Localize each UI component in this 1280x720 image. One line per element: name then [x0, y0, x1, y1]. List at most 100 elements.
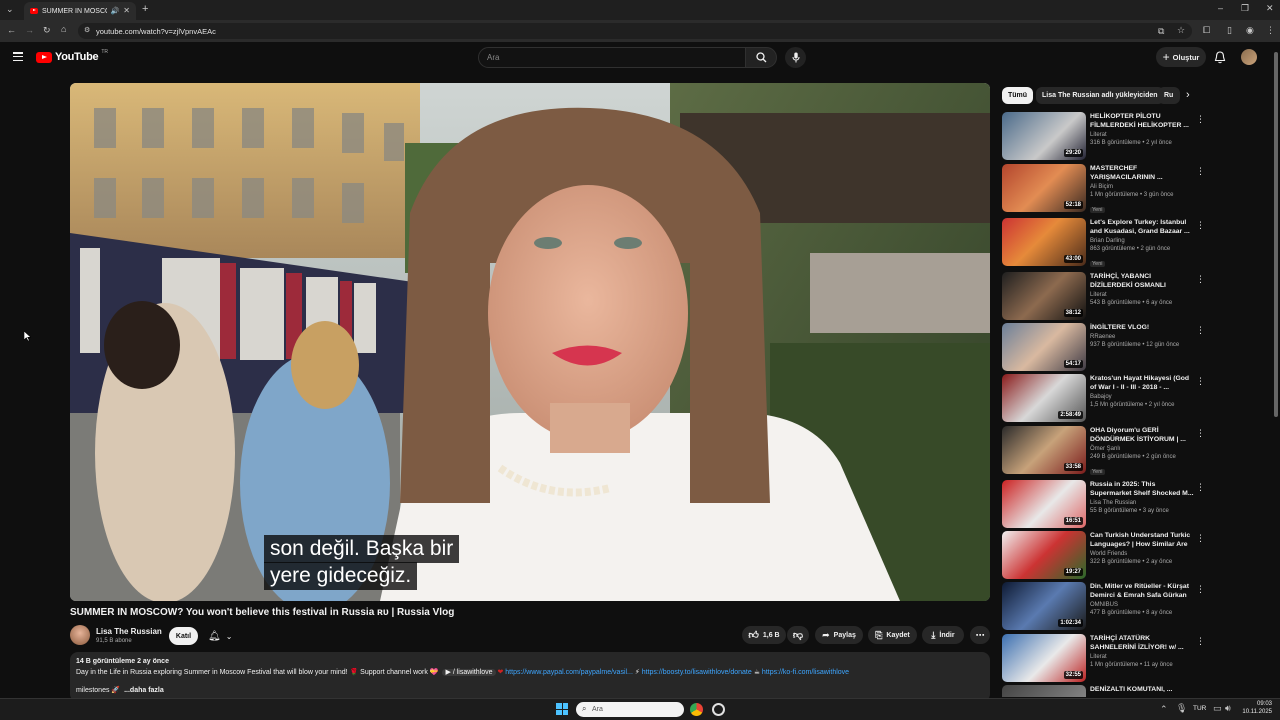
address-bar[interactable]: ⚙ youtube.com/watch?v=zjlVpnvAEAc ⧉ ☆	[78, 23, 1192, 39]
app-taskbar-icon[interactable]	[712, 703, 725, 716]
forward-icon[interactable]: →	[25, 26, 34, 35]
boosty-link[interactable]: https://boosty.to/lisawithlove/donate	[642, 669, 752, 676]
video-thumbnail[interactable]: 54:17	[1002, 323, 1086, 371]
kofi-link[interactable]: https://ko-fi.com/lisawithlove	[762, 669, 849, 676]
video-thumbnail[interactable]: 43:00	[1002, 218, 1086, 266]
kebab-menu-icon[interactable]: ⋮	[1196, 166, 1205, 177]
rec-title[interactable]: Kratos'un Hayat Hikayesi (God of War I -…	[1090, 374, 1194, 392]
save-button[interactable]: ⎘ Kaydet	[868, 626, 917, 644]
video-thumbnail[interactable]: 52:18	[1002, 164, 1086, 212]
rec-title[interactable]: Russia in 2025: This Supermarket Shelf S…	[1090, 480, 1194, 498]
close-tab-icon[interactable]: ✕	[123, 7, 130, 15]
paypal-link[interactable]: https://www.paypal.com/paypalme/vasil...	[505, 669, 633, 676]
rec-title[interactable]: Can Turkish Understand Turkic Languages?…	[1090, 531, 1194, 549]
rec-channel[interactable]: Ömer Şanlı	[1090, 446, 1194, 452]
recommendation-item[interactable]: 16:51 Russia in 2025: This Supermarket S…	[1002, 480, 1208, 528]
recommendation-item[interactable]: 32:55 TARİHÇİ ATATÜRK SAHNELERİNİ İZLİYO…	[1002, 634, 1208, 682]
video-thumbnail[interactable]: 33:58	[1002, 426, 1086, 474]
tab-list-icon[interactable]: ⌄	[6, 5, 14, 14]
kebab-menu-icon[interactable]: ⋮	[1196, 636, 1205, 647]
rec-channel[interactable]: Lisa The Russian	[1090, 500, 1194, 506]
hamburger-menu-icon[interactable]	[13, 52, 23, 62]
bookmark-star-icon[interactable]: ☆	[1177, 26, 1185, 35]
reload-icon[interactable]: ↻	[43, 26, 51, 35]
video-thumbnail[interactable]: 1:02:34	[1002, 582, 1086, 630]
language-indicator[interactable]: TUR	[1193, 705, 1206, 712]
more-actions-button[interactable]: ⋯	[970, 626, 990, 644]
clock-date[interactable]: 10.11.2025	[1236, 709, 1272, 715]
recommendation-item[interactable]: 38:12 TARİHÇİ, YABANCI DİZİLERDEKİ OSMAN…	[1002, 272, 1208, 320]
join-button[interactable]: Katıl	[169, 627, 198, 645]
rec-title[interactable]: İNGİLTERE VLOG!	[1090, 323, 1194, 332]
download-button[interactable]: ⤓ İndir	[922, 626, 964, 644]
kebab-menu-icon[interactable]: ⋮	[1196, 584, 1205, 595]
kebab-menu-icon[interactable]: ⋮	[1196, 114, 1205, 125]
chevron-right-icon[interactable]: ›	[1186, 89, 1190, 101]
youtube-logo[interactable]: YouTube TR	[36, 49, 108, 63]
show-more-link[interactable]: ...daha fazla	[124, 687, 164, 694]
create-button[interactable]: + Oluştur	[1156, 47, 1206, 67]
user-avatar[interactable]	[1241, 49, 1257, 65]
video-thumbnail[interactable]: 38:12	[1002, 272, 1086, 320]
channel-avatar[interactable]	[70, 625, 90, 645]
extensions-icon[interactable]: ⧠	[1203, 26, 1210, 35]
recommendation-item[interactable]: 43:00 Let's Explore Turkey: Istanbul and…	[1002, 218, 1208, 267]
kebab-menu-icon[interactable]: ⋮	[1196, 325, 1205, 336]
rec-channel[interactable]: RRaenee	[1090, 334, 1194, 340]
new-tab-icon[interactable]: +	[142, 4, 148, 15]
recommendation-item[interactable]: 2:58:49 Kratos'un Hayat Hikayesi (God of…	[1002, 374, 1208, 422]
recommendation-item[interactable]: 1:02:34 Din, Mitler ve Ritüeller - Kürşa…	[1002, 582, 1208, 630]
windows-start-icon[interactable]	[556, 703, 568, 715]
taskbar-search-input[interactable]: Ara	[576, 702, 684, 717]
rec-channel[interactable]: World Friends	[1090, 551, 1194, 557]
rec-title[interactable]: TARİHÇİ, YABANCI DİZİLERDEKİ OSMANLI SAH…	[1090, 272, 1194, 290]
video-thumbnail[interactable]: 16:51	[1002, 480, 1086, 528]
rec-channel[interactable]: Ali Biçim	[1090, 184, 1194, 190]
search-input[interactable]: Ara	[478, 47, 746, 68]
browser-menu-icon[interactable]: ⋮	[1266, 26, 1275, 35]
rec-channel[interactable]: Brian Darling	[1090, 238, 1194, 244]
clock-time[interactable]: 09:03	[1242, 701, 1272, 707]
chip-partial[interactable]: Ru	[1158, 87, 1180, 104]
rec-channel[interactable]: Literat	[1090, 292, 1194, 298]
kebab-menu-icon[interactable]: ⋮	[1196, 376, 1205, 387]
sidebar-panel-icon[interactable]: ▯	[1227, 26, 1232, 35]
video-thumbnail[interactable]: 19:27	[1002, 531, 1086, 579]
install-app-icon[interactable]: ⧉	[1158, 27, 1164, 36]
close-window-icon[interactable]: ✕	[1266, 4, 1274, 13]
rec-title[interactable]: OHA Diyorum'u GERİ DÖNDÜRMEK İSTİYORUM |…	[1090, 426, 1194, 444]
rec-title[interactable]: Let's Explore Turkey: Istanbul and Kusad…	[1090, 218, 1194, 236]
rec-channel[interactable]: Babajoy	[1090, 394, 1194, 400]
chip-from-uploader[interactable]: Lisa The Russian adlı yükleyiciden	[1036, 87, 1164, 104]
rec-channel[interactable]: OMNIBUS	[1090, 602, 1194, 608]
speaker-icon[interactable]: 🔊	[111, 8, 120, 15]
recommendation-item[interactable]: 19:27 Can Turkish Understand Turkic Lang…	[1002, 531, 1208, 579]
video-thumbnail[interactable]: 32:55	[1002, 634, 1086, 682]
kebab-menu-icon[interactable]: ⋮	[1196, 482, 1205, 493]
recommendation-item[interactable]: DENİZALTI KOMUTANI, ...	[1002, 685, 1208, 697]
rec-title[interactable]: Din, Mitler ve Ritüeller - Kürşat Demirc…	[1090, 582, 1194, 600]
description-box[interactable]: 14 B görüntüleme 2 ay önce Day in the Li…	[70, 652, 990, 702]
recommendation-item[interactable]: 54:17 İNGİLTERE VLOG! RRaenee 937 B görünt…	[1002, 323, 1208, 371]
share-button[interactable]: ➦ Paylaş	[815, 626, 863, 644]
kebab-menu-icon[interactable]: ⋮	[1196, 428, 1205, 439]
browser-tab[interactable]: SUMMER IN MOSCOW? Yo 🔊 ✕	[24, 2, 136, 20]
notifications-bell-icon[interactable]	[1214, 51, 1226, 69]
video-thumbnail[interactable]: 29:20	[1002, 112, 1086, 160]
rec-title[interactable]: TARİHÇİ ATATÜRK SAHNELERİNİ İZLİYOR! w/ …	[1090, 634, 1194, 652]
like-button[interactable]: 👍︎ 1,6 B	[742, 626, 786, 644]
site-info-icon[interactable]: ⚙	[84, 27, 90, 34]
video-player[interactable]: son değil. Başka bir yere gideceğiz.	[70, 83, 990, 601]
kebab-menu-icon[interactable]: ⋮	[1196, 274, 1205, 285]
rec-title[interactable]: MASTERCHEF YARIŞMACILARININ ...	[1090, 164, 1194, 182]
kebab-menu-icon[interactable]: ⋮	[1196, 220, 1205, 231]
rec-title[interactable]: DENİZALTI KOMUTANI, ...	[1090, 685, 1194, 694]
back-icon[interactable]: ←	[7, 26, 16, 35]
handle-chip[interactable]: ▶ / lisawithlove	[442, 669, 496, 676]
channel-name[interactable]: Lisa The Russian	[96, 627, 162, 636]
tray-overflow-icon[interactable]: ⌃	[1160, 705, 1168, 714]
recommendation-item[interactable]: 52:18 MASTERCHEF YARIŞMACILARININ ... Ali…	[1002, 164, 1208, 213]
rec-channel[interactable]: Literat	[1090, 132, 1194, 138]
home-icon[interactable]: ⌂	[61, 25, 66, 34]
rec-title[interactable]: HELİKOPTER PİLOTU FİLMLERDEKİ HELİKOPTER…	[1090, 112, 1194, 130]
